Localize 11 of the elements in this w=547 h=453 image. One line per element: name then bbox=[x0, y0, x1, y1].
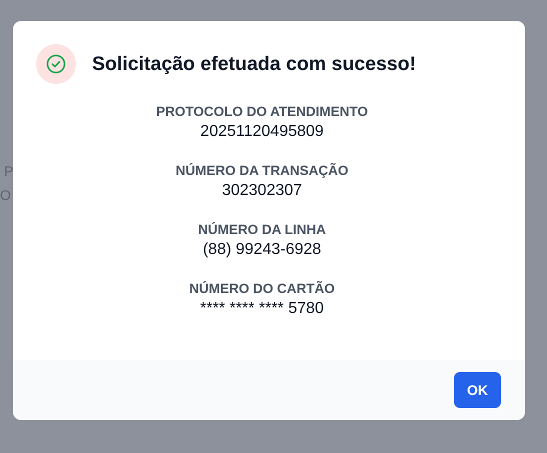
success-icon bbox=[36, 44, 76, 84]
field-value: **** **** **** 5780 bbox=[200, 300, 324, 318]
field-label: NÚMERO DA LINHA bbox=[198, 222, 326, 237]
ok-button[interactable]: OK bbox=[454, 372, 501, 408]
field-value: (88) 99243-6928 bbox=[202, 241, 322, 259]
field-label: PROTOCOLO DO ATENDIMENTO bbox=[156, 104, 368, 119]
field-value: 20251120495809 bbox=[200, 123, 324, 141]
field-value: 302302307 bbox=[222, 182, 302, 200]
field-label: NÚMERO DO CARTÃO bbox=[189, 281, 335, 296]
dialog-title: Solicitação efetuada com sucesso! bbox=[92, 52, 416, 76]
field-label: NÚMERO DA TRANSAÇÃO bbox=[176, 163, 348, 178]
